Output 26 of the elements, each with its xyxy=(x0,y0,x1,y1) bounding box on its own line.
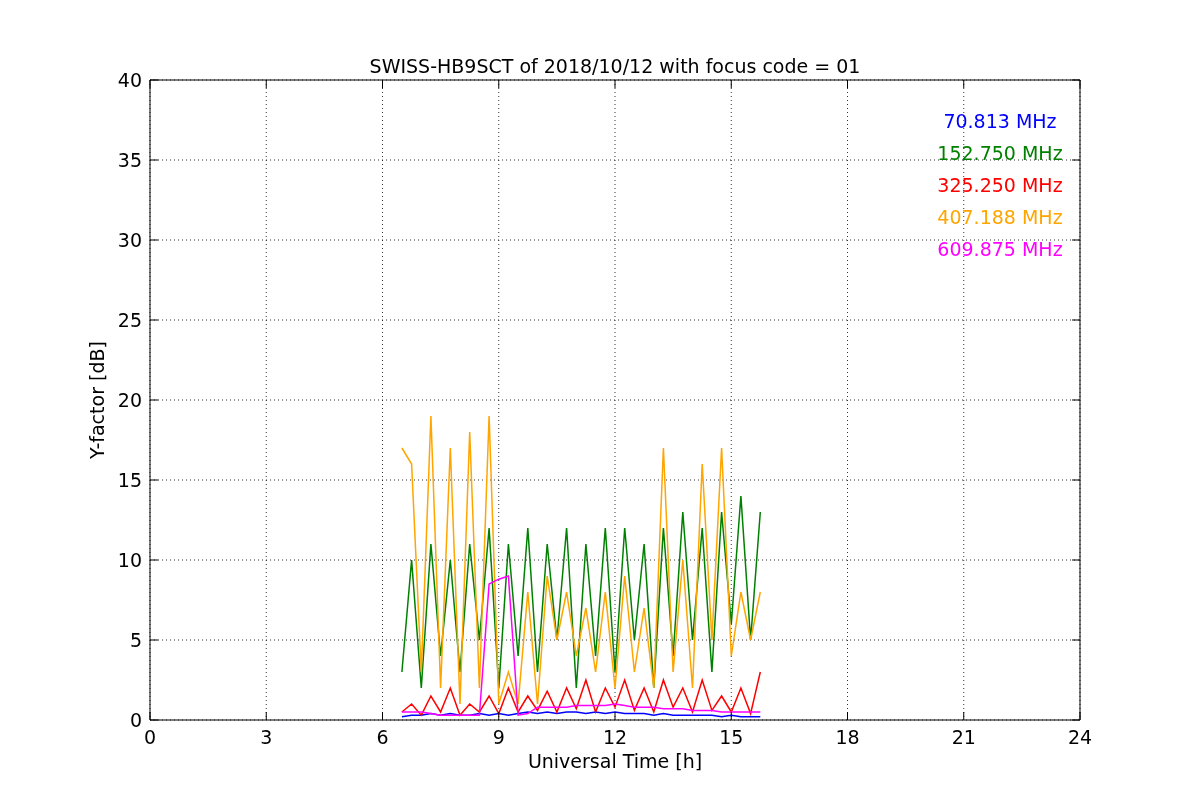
y-tick-label: 0 xyxy=(129,709,142,731)
legend-entry: 325.250 MHz xyxy=(937,174,1063,196)
y-tick-label: 5 xyxy=(129,629,142,651)
y-tick-label: 15 xyxy=(117,469,142,491)
y-tick-label: 35 xyxy=(117,149,142,171)
x-tick-label: 9 xyxy=(492,726,505,748)
x-tick-label: 18 xyxy=(835,726,860,748)
x-tick-label: 24 xyxy=(1067,726,1093,748)
legend-entry: 407.188 MHz xyxy=(937,206,1063,228)
y-axis-label: Y-factor [dB] xyxy=(86,341,108,459)
y-tick-label: 20 xyxy=(117,389,142,411)
x-tick-label: 21 xyxy=(951,726,976,748)
x-tick-label: 0 xyxy=(143,726,157,748)
legend-entry: 70.813 MHz xyxy=(943,110,1057,132)
x-tick-label: 12 xyxy=(602,726,628,748)
y-tick-label: 40 xyxy=(117,69,142,91)
chart-title: SWISS-HB9SCT of 2018/10/12 with focus code = 01 xyxy=(369,55,861,77)
x-tick-label: 3 xyxy=(260,726,273,748)
y-tick-label: 25 xyxy=(117,309,142,331)
y-tick-label: 10 xyxy=(117,549,142,571)
x-tick-label: 6 xyxy=(376,726,389,748)
x-axis-label: Universal Time [h] xyxy=(527,750,703,772)
legend-entry: 609.875 MHz xyxy=(937,238,1063,260)
x-tick-label: 15 xyxy=(719,726,744,748)
legend-entry: 152.750 MHz xyxy=(937,142,1063,164)
y-tick-label: 30 xyxy=(117,229,142,251)
